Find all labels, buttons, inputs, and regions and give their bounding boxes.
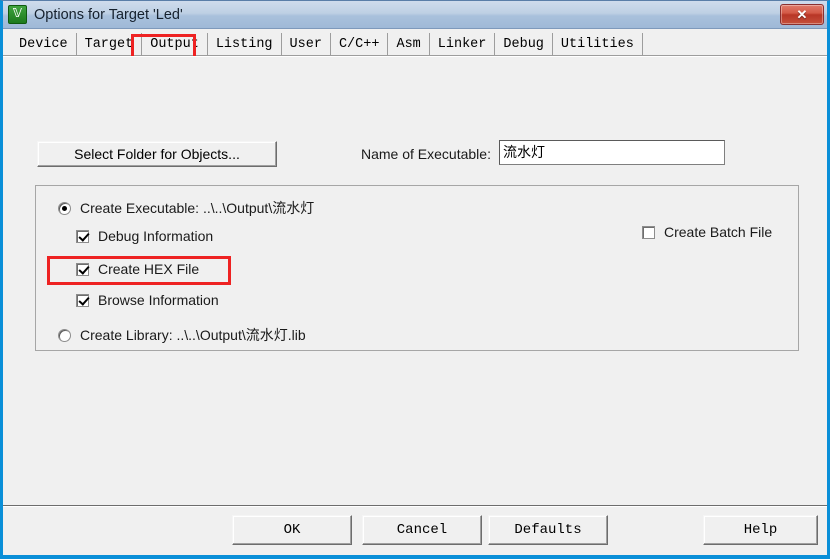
options-dialog-window: Options for Target 'Led' ✕ Device Target… — [0, 0, 830, 559]
cancel-label: Cancel — [396, 522, 448, 538]
select-folder-for-objects-button[interactable]: Select Folder for Objects... — [37, 141, 277, 167]
browse-information-label: Browse Information — [98, 292, 219, 308]
bottom-separator — [3, 505, 827, 507]
tab-debug[interactable]: Debug — [495, 33, 553, 56]
help-label: Help — [743, 522, 778, 538]
tab-target[interactable]: Target — [76, 33, 143, 56]
create-hex-file-checkbox[interactable]: Create HEX File — [76, 261, 199, 277]
name-of-executable-input[interactable]: 流水灯 — [499, 140, 725, 165]
create-executable-radio[interactable]: Create Executable: ..\..\Output\流水灯 — [58, 198, 314, 218]
ok-button[interactable]: OK — [232, 515, 352, 545]
dialog-button-row: OK Cancel Defaults Help — [3, 515, 827, 547]
tab-strip: Device Target Output Listing User C/C++ … — [3, 29, 827, 56]
tab-utilities[interactable]: Utilities — [552, 33, 643, 56]
create-batch-file-label: Create Batch File — [664, 224, 773, 240]
close-icon: ✕ — [796, 7, 808, 22]
tab-c-cpp[interactable]: C/C++ — [330, 33, 389, 56]
debug-information-label: Debug Information — [98, 228, 214, 244]
tab-asm[interactable]: Asm — [388, 33, 430, 56]
radio-unselected-icon — [58, 328, 71, 342]
defaults-button[interactable]: Defaults — [488, 515, 608, 545]
cancel-button[interactable]: Cancel — [362, 515, 482, 545]
select-folder-label: Select Folder for Objects... — [74, 146, 240, 162]
create-executable-label: Create Executable: ..\..\Output\流水灯 — [80, 200, 315, 216]
checkmark-icon — [76, 229, 89, 243]
debug-information-checkbox[interactable]: Debug Information — [76, 228, 213, 244]
tab-user[interactable]: User — [281, 33, 331, 56]
close-button[interactable]: ✕ — [780, 4, 824, 25]
window-title: Options for Target 'Led' — [34, 6, 183, 23]
defaults-label: Defaults — [514, 522, 582, 538]
checkbox-empty-icon — [642, 225, 655, 239]
radio-selected-icon — [58, 201, 71, 215]
dialog-client-area: Select Folder for Objects... Name of Exe… — [3, 56, 827, 555]
create-library-label: Create Library: ..\..\Output\流水灯.lib — [80, 327, 306, 343]
help-button[interactable]: Help — [703, 515, 818, 545]
checkmark-icon — [76, 262, 89, 276]
name-of-executable-label: Name of Executable: — [361, 146, 491, 162]
tab-output[interactable]: Output — [142, 33, 208, 56]
tab-device[interactable]: Device — [10, 33, 77, 56]
checkmark-icon — [76, 293, 89, 307]
create-hex-file-label: Create HEX File — [98, 261, 200, 277]
browse-information-checkbox[interactable]: Browse Information — [76, 292, 219, 308]
output-options-groupbox: Create Executable: ..\..\Output\流水灯 Debu… — [35, 185, 799, 351]
create-batch-file-checkbox[interactable]: Create Batch File — [642, 224, 772, 240]
tab-linker[interactable]: Linker — [429, 33, 496, 56]
create-library-radio[interactable]: Create Library: ..\..\Output\流水灯.lib — [58, 325, 306, 345]
keil-uvision-icon — [8, 5, 27, 24]
tab-listing[interactable]: Listing — [207, 33, 282, 56]
title-bar: Options for Target 'Led' ✕ — [3, 1, 827, 29]
ok-label: OK — [283, 522, 301, 538]
